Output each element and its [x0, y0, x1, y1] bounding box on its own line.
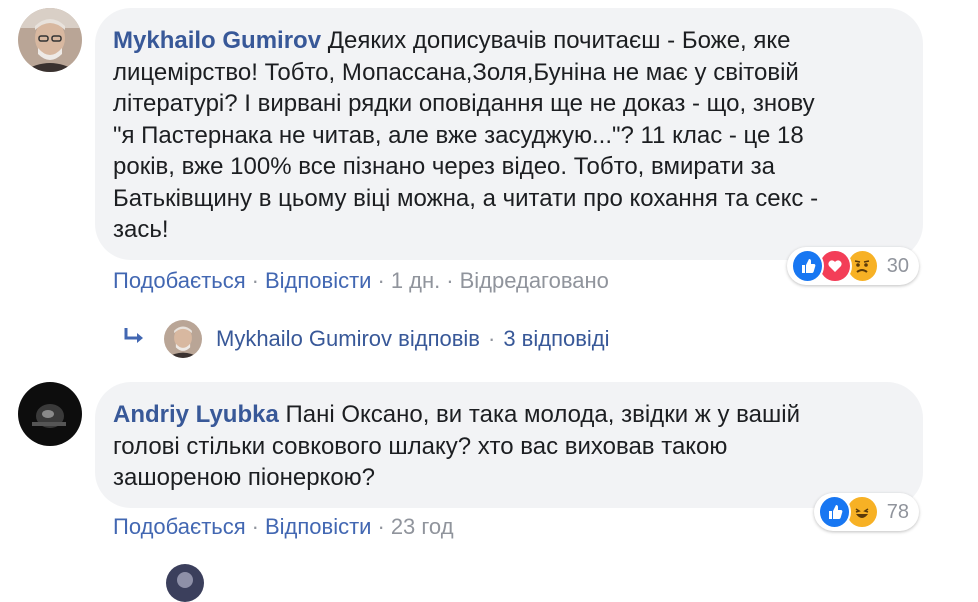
comment-text-line: "я Пастернака не читав, але вже засуджую… [113, 121, 804, 149]
reply-link[interactable]: Відповісти [265, 514, 372, 539]
comment-text-line: зась! [113, 216, 169, 243]
comment-text-line: Батьківщину в цьому віці можна, а читати… [113, 184, 819, 212]
comment-text-line: зашореною піонеркою? [113, 464, 376, 491]
comment-author[interactable]: Mykhailo Gumirov [113, 27, 321, 54]
avatar[interactable] [18, 382, 82, 446]
comment-text-line: Деяких дописувачів почитаєш - Боже, яке [327, 27, 791, 54]
replies-author: Mykhailo Gumirov [216, 326, 393, 351]
like-reaction-icon [818, 495, 852, 529]
reply-arrow-icon [122, 326, 148, 352]
reaction-summary[interactable]: 78 [814, 493, 919, 531]
avatar[interactable] [166, 564, 204, 602]
like-reaction-icon [791, 249, 825, 283]
comment-text-line: лицемірство! Тобто, Мопассана,Золя,Бунін… [113, 58, 799, 86]
separator: · [446, 268, 454, 293]
comment-text-line: голові стільки совкового шлаку? хто вас … [113, 432, 728, 460]
separator: · [251, 514, 259, 539]
timestamp[interactable]: 1 дн. [391, 268, 440, 293]
edited-label[interactable]: Відредаговано [460, 268, 609, 293]
separator: · [251, 268, 259, 293]
reply-link[interactable]: Відповісти [265, 268, 372, 293]
comment-bubble: Mykhailo Gumirov Деяких дописувачів почи… [95, 8, 923, 260]
reply-avatar [164, 320, 202, 358]
comment-text-line: Пані Оксано, ви така молода, звідки ж у … [285, 401, 800, 428]
comment-text-line: років, вже 100% все пізнано через відео.… [113, 153, 775, 180]
reaction-count: 30 [886, 254, 909, 277]
comment-author[interactable]: Andriy Lyubka [113, 401, 279, 428]
like-link[interactable]: Подобається [113, 268, 246, 293]
replies-verb: відповів [398, 326, 480, 351]
like-link[interactable]: Подобається [113, 514, 246, 539]
separator: · [377, 268, 385, 293]
separator: · [488, 326, 496, 351]
comment-actions: Подобається · Відповісти · 23 год [113, 514, 454, 540]
avatar[interactable] [18, 8, 82, 72]
separator: · [377, 514, 385, 539]
reaction-summary[interactable]: 30 [787, 247, 919, 285]
reaction-count: 78 [886, 500, 909, 523]
comment-actions: Подобається · Відповісти · 1 дн. · Відредагова… [113, 268, 609, 294]
timestamp[interactable]: 23 год [391, 514, 454, 539]
comment-text-line: літературі? І вирвані рядки оповідання щ… [113, 90, 815, 117]
replies-count: 3 відповіді [503, 326, 610, 351]
comment-bubble: Andriy Lyubka Пані Оксано, ви така молод… [95, 382, 923, 508]
view-replies-link[interactable]: Mykhailo Gumirov відповів · 3 відповіді [122, 318, 610, 360]
